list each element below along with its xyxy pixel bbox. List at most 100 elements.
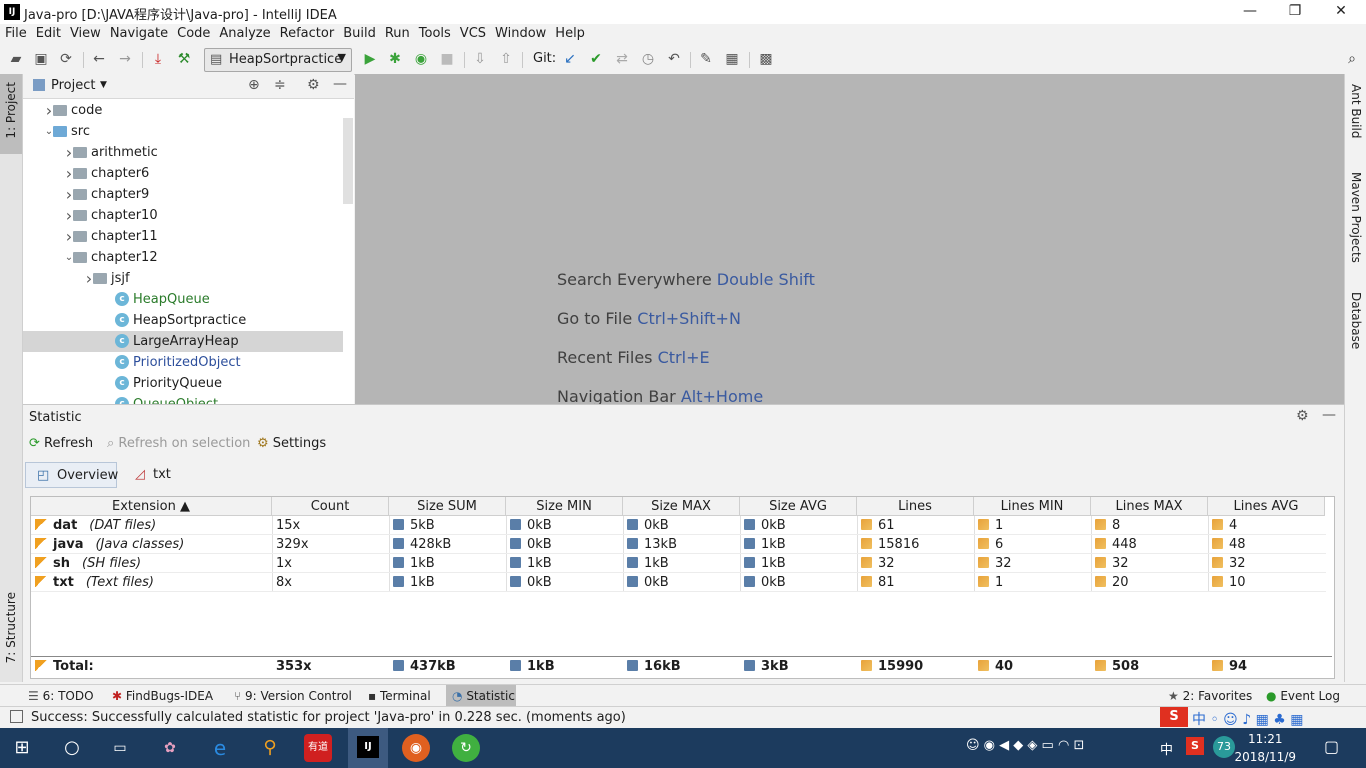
tab-event-log[interactable]: ● Event Log (1266, 685, 1340, 707)
menu-run[interactable]: Run (380, 24, 414, 41)
refresh-button[interactable]: ⟳ Refresh (29, 436, 93, 451)
tree-item[interactable]: c QueueObject (23, 394, 343, 404)
run-coverage-icon[interactable]: ◉ (413, 51, 429, 67)
git-commit-check-icon[interactable]: ✔ (588, 51, 604, 67)
menu-vcs[interactable]: VCS (455, 24, 490, 41)
column-header[interactable]: Count (272, 497, 389, 516)
menu-navigate[interactable]: Navigate (105, 24, 172, 41)
table-cell[interactable]: 10 (1208, 573, 1325, 592)
locate-target-icon[interactable]: ⊕ (248, 77, 260, 93)
tab-overview[interactable]: ◰ Overview (25, 462, 118, 488)
paint-app-icon[interactable]: ✿ (156, 734, 184, 762)
table-cell[interactable]: 1kB (740, 535, 857, 554)
close-button[interactable]: ✕ (1318, 0, 1364, 24)
tab-txt[interactable]: ◿ txt (131, 462, 191, 488)
debug-bug-icon[interactable]: ✱ (387, 51, 403, 67)
tree-item[interactable]: › jsjf (23, 268, 343, 289)
tree-item[interactable]: c HeapSortpractice (23, 310, 343, 331)
project-scrollbar[interactable] (343, 118, 353, 204)
menu-refactor[interactable]: Refactor (275, 24, 339, 41)
table-cell[interactable]: 0kB (740, 516, 857, 535)
youdao-app-icon[interactable]: 有道 (304, 734, 332, 762)
tree-item[interactable]: › arithmetic (23, 142, 343, 163)
tab-findbugs[interactable]: ✱ FindBugs-IDEA (112, 685, 213, 707)
table-cell[interactable]: java (Java classes) (31, 535, 272, 554)
run-icon[interactable]: ▶ (362, 51, 378, 67)
column-header[interactable]: Lines AVG (1208, 497, 1325, 516)
table-cell[interactable]: 1x (272, 554, 389, 573)
tree-item[interactable]: › chapter9 (23, 184, 343, 205)
table-cell[interactable]: 8x (272, 573, 389, 592)
table-cell[interactable]: 61 (857, 516, 974, 535)
table-cell[interactable]: 81 (857, 573, 974, 592)
tree-item[interactable]: c LargeArrayHeap (23, 331, 343, 352)
tree-item[interactable]: c PriorityQueue (23, 373, 343, 394)
menu-build[interactable]: Build (338, 24, 380, 41)
ime-indicator[interactable]: 中 (1160, 739, 1173, 758)
sogou-ime-icon[interactable]: S (1160, 707, 1188, 727)
tree-item[interactable]: c HeapQueue (23, 289, 343, 310)
tree-item[interactable]: c PrioritizedObject (23, 352, 343, 373)
table-cell[interactable]: sh (SH files) (31, 554, 272, 573)
firefox-icon[interactable]: ◉ (402, 734, 430, 762)
search-app-icon[interactable]: ⚲ (256, 734, 284, 762)
table-cell[interactable]: 32 (1208, 554, 1325, 573)
tab-favorites[interactable]: ★ 2: Favorites (1168, 685, 1252, 707)
tab-statistic[interactable]: ◔ Statistic (446, 685, 516, 707)
sogou-tray-icon[interactable]: S (1186, 737, 1204, 755)
badge-73[interactable]: 73 (1213, 736, 1235, 758)
table-cell[interactable]: 0kB (623, 516, 740, 535)
project-structure-icon[interactable]: ▦ (724, 51, 740, 67)
column-header[interactable]: Lines (857, 497, 974, 516)
edge-browser-icon[interactable]: e (206, 734, 234, 762)
table-cell[interactable]: 0kB (506, 516, 623, 535)
table-cell[interactable]: dat (DAT files) (31, 516, 272, 535)
chevron-down-icon[interactable]: ▼ (100, 80, 107, 90)
column-header[interactable]: Extension ▲ (31, 497, 272, 516)
table-cell[interactable]: 20 (1091, 573, 1208, 592)
tree-item[interactable]: ⌄ chapter12 (23, 247, 343, 268)
back-arrow-icon[interactable]: ← (91, 51, 107, 67)
download-icon[interactable]: ⤓ (150, 51, 166, 67)
tab-terminal[interactable]: ▪ Terminal (368, 685, 431, 707)
git-update-icon[interactable]: ↙ (562, 51, 578, 67)
stop-icon[interactable]: ■ (439, 51, 455, 67)
windows-start-icon[interactable]: ⊞ (8, 734, 36, 762)
project-view-select[interactable]: Project (51, 78, 95, 93)
database-tab[interactable]: Database (1349, 292, 1363, 349)
tree-item[interactable]: › chapter10 (23, 205, 343, 226)
sync-icon[interactable]: ⟳ (58, 51, 74, 67)
table-cell[interactable]: 5kB (389, 516, 506, 535)
table-cell[interactable]: 15x (272, 516, 389, 535)
table-cell[interactable]: 48 (1208, 535, 1325, 554)
git-history-clock-icon[interactable]: ◷ (640, 51, 656, 67)
table-cell[interactable]: 8 (1091, 516, 1208, 535)
ant-build-tab[interactable]: Ant Build (1349, 84, 1363, 138)
table-cell[interactable]: 428kB (389, 535, 506, 554)
notifications-icon[interactable]: ▢ (1324, 737, 1339, 756)
table-cell[interactable]: 1kB (389, 554, 506, 573)
table-cell[interactable]: 32 (974, 554, 1091, 573)
table-cell[interactable]: 448 (1091, 535, 1208, 554)
open-folder-icon[interactable]: ▰ (8, 51, 24, 67)
column-header[interactable]: Size SUM (389, 497, 506, 516)
menu-window[interactable]: Window (490, 24, 550, 41)
restore-button[interactable]: ❐ (1272, 0, 1318, 24)
table-cell[interactable]: 329x (272, 535, 389, 554)
table-cell[interactable]: 1kB (389, 573, 506, 592)
collapse-all-icon[interactable]: ≑ (274, 77, 286, 93)
tree-item[interactable]: ⌄ src (23, 121, 343, 142)
tree-item[interactable]: › chapter6 (23, 163, 343, 184)
git-revert-icon[interactable]: ↶ (666, 51, 682, 67)
vcs-update-icon[interactable]: ⇩ (472, 51, 488, 67)
tab-version-control[interactable]: ⑂ 9: Version Control (234, 685, 352, 707)
git-compare-icon[interactable]: ⇄ (614, 51, 630, 67)
table-cell[interactable]: 13kB (623, 535, 740, 554)
settings-wrench-icon[interactable]: ✎ (698, 51, 714, 67)
menu-analyze[interactable]: Analyze (214, 24, 274, 41)
gear-icon[interactable]: ⚙ (1296, 408, 1309, 424)
sdk-icon[interactable]: ▩ (758, 51, 774, 67)
hide-panel-icon[interactable]: — (333, 76, 347, 92)
table-cell[interactable]: 6 (974, 535, 1091, 554)
project-tool-tab[interactable]: 1: Project (0, 74, 22, 154)
